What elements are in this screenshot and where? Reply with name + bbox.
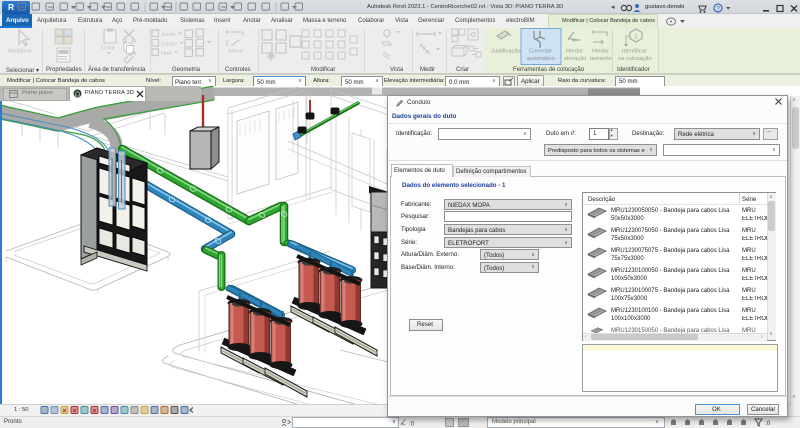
svg-text:Justificação: Justificação (491, 49, 521, 55)
svg-text:automático: automático (527, 56, 555, 62)
svg-text::0: :0 (765, 420, 771, 427)
svg-text:Colar: Colar (101, 46, 115, 52)
svg-text:Modificar: Modificar (8, 49, 32, 55)
svg-text:Ativar: Ativar (228, 49, 243, 55)
svg-text:tamanho: tamanho (590, 56, 612, 62)
svg-text:Junta: Junta (161, 32, 176, 38)
svg-text:Conectar: Conectar (529, 49, 552, 55)
svg-text:?: ? (716, 5, 720, 12)
svg-text:na colocação: na colocação (618, 56, 652, 62)
svg-text::0: :0 (409, 421, 415, 428)
svg-text:Unir: Unir (161, 51, 172, 57)
svg-text:Identificar: Identificar (622, 49, 647, 55)
svg-text:elevação: elevação (564, 56, 586, 62)
svg-text:Herdar: Herdar (592, 49, 609, 55)
svg-text:Cortar: Cortar (161, 42, 177, 48)
svg-text:Herdar: Herdar (566, 49, 583, 55)
svg-text:1: 1 (634, 34, 638, 41)
